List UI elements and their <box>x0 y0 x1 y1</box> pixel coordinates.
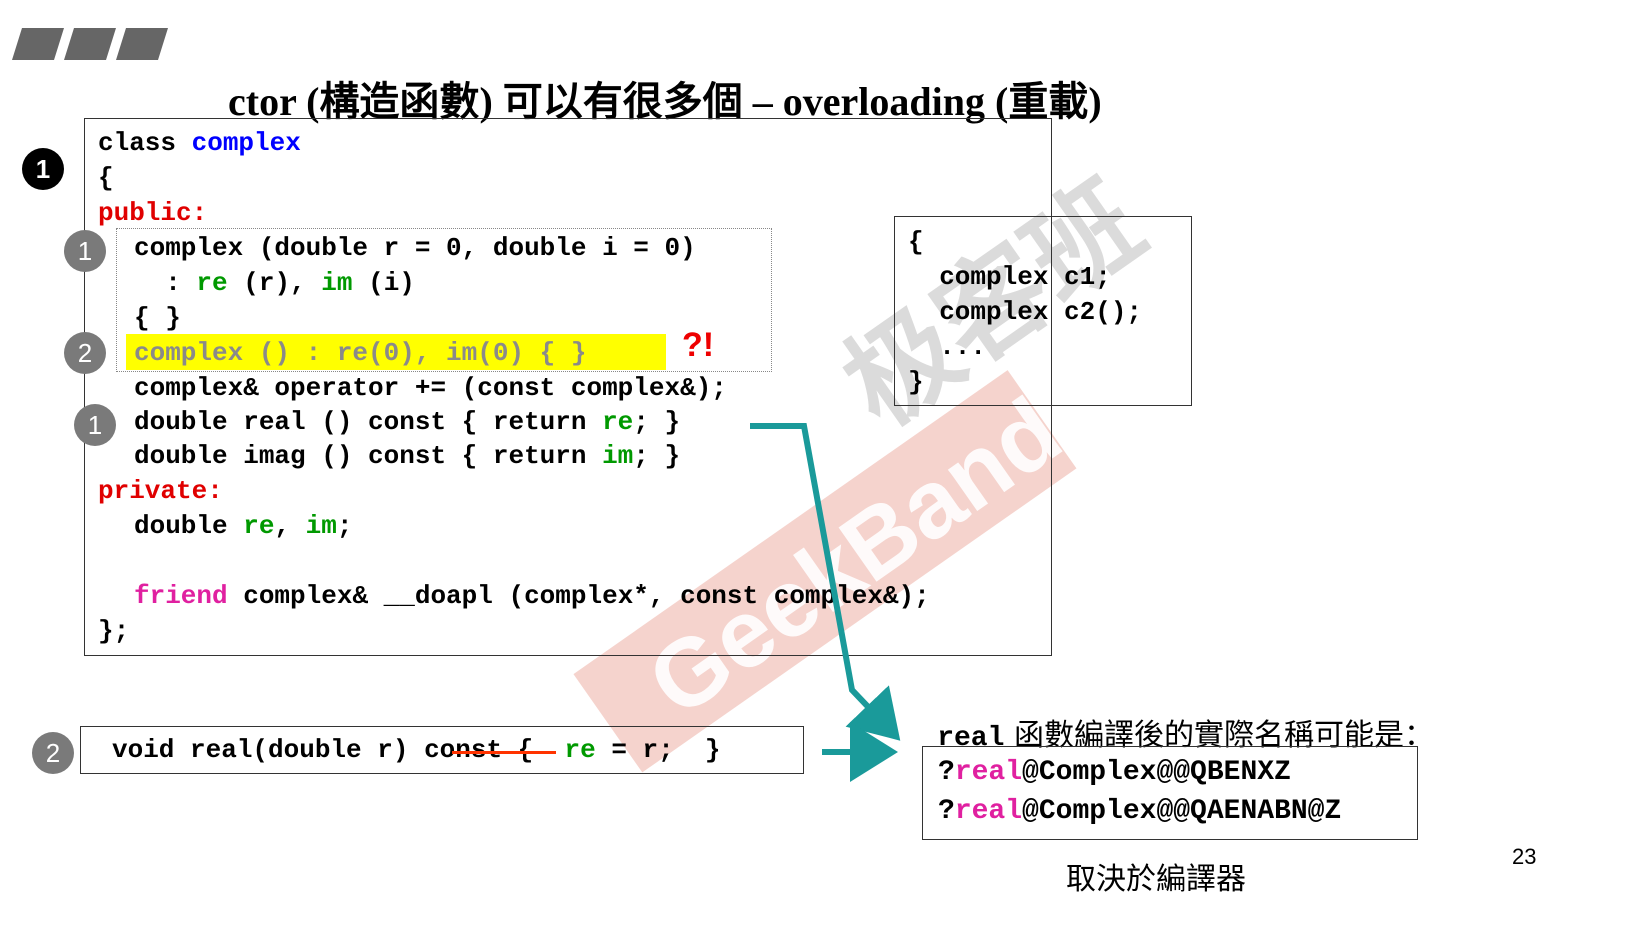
page-number: 23 <box>1512 844 1537 869</box>
compiler-dependent-note: 取決於編譯器 <box>1066 862 1246 897</box>
code-token: ? <box>938 796 955 827</box>
code-token: @Complex@@QAENABN@Z <box>1022 796 1342 827</box>
mangled-real: real <box>954 796 1023 827</box>
code-token: @Complex@@QBENXZ <box>1022 757 1291 788</box>
mangled-name-1: ?real@Complex@@QBENXZ <box>938 755 1291 791</box>
code-token: ? <box>938 757 955 788</box>
mangled-real: real <box>954 757 1023 788</box>
mangled-name-2: ?real@Complex@@QAENABN@Z <box>938 794 1341 830</box>
